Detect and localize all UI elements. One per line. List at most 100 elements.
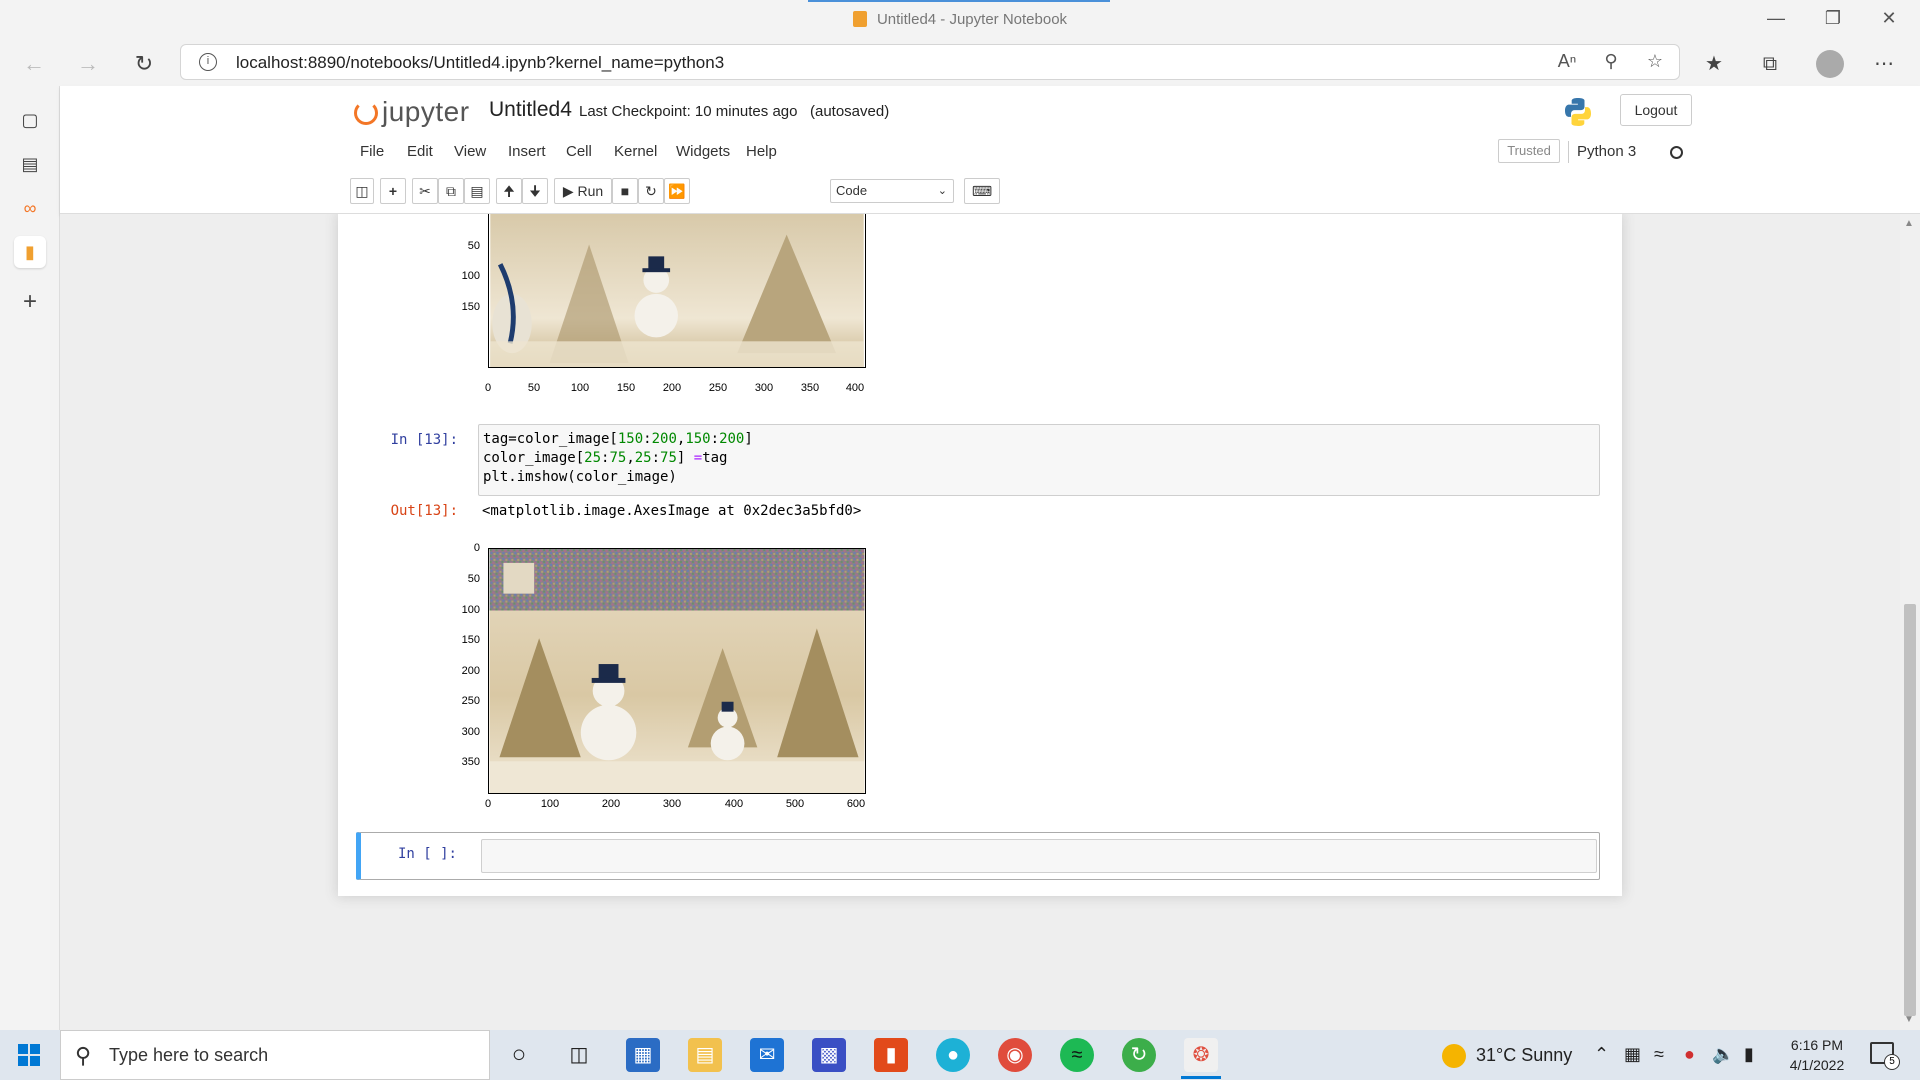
minimize-button[interactable]: —: [1753, 8, 1799, 32]
chrome-icon[interactable]: ◉: [998, 1038, 1032, 1072]
meet-now-icon[interactable]: ▦: [1624, 1044, 1641, 1065]
cell-type-value: Code: [836, 183, 868, 198]
menu-view[interactable]: View: [454, 143, 486, 160]
move-down-icon[interactable]: 🠋: [522, 178, 548, 204]
close-button[interactable]: ✕: [1866, 8, 1912, 32]
address-bar[interactable]: i localhost:8890/notebooks/Untitled4.ipy…: [180, 44, 1680, 80]
notification-center-icon[interactable]: 5: [1870, 1042, 1900, 1070]
page-scrollbar[interactable]: ▲ ▼: [1900, 214, 1920, 1030]
run-icon: ▶: [562, 183, 574, 199]
task-view-icon[interactable]: ◫: [562, 1038, 596, 1072]
jupyter-logo[interactable]: jupyter: [354, 96, 470, 128]
zoom-out-icon[interactable]: ⚲: [1599, 51, 1623, 72]
office-icon[interactable]: ▮: [874, 1038, 908, 1072]
plot2-xtick: 0: [484, 798, 492, 810]
edge-icon[interactable]: ●: [936, 1038, 970, 1072]
plot1-ytick: 100: [461, 270, 480, 282]
plot2-ytick: 50: [467, 573, 480, 585]
restart-run-all-icon[interactable]: ⏩: [664, 178, 690, 204]
tray-chevron-icon[interactable]: ⌃: [1594, 1044, 1609, 1065]
scroll-down-icon[interactable]: ▼: [1904, 1014, 1914, 1025]
add-favorite-icon[interactable]: ☆: [1643, 51, 1667, 72]
more-menu-icon[interactable]: ⋯: [1870, 50, 1898, 78]
plot1-xtick: 250: [708, 382, 728, 394]
cell13-out-prompt: Out[13]:: [390, 503, 458, 519]
network-alert-icon[interactable]: ●: [1684, 1044, 1695, 1065]
sync-app-icon[interactable]: ↻: [1122, 1038, 1156, 1072]
cortana-icon[interactable]: ○: [502, 1038, 536, 1072]
menu-widgets[interactable]: Widgets: [676, 143, 730, 160]
plot2-xtick: 500: [785, 798, 805, 810]
trusted-badge[interactable]: Trusted: [1498, 139, 1560, 163]
menu-cell[interactable]: Cell: [566, 143, 592, 160]
plot1-xtick: 400: [845, 382, 865, 394]
new-tab-plus-icon[interactable]: +: [14, 286, 46, 318]
battery-icon[interactable]: ▮: [1744, 1044, 1754, 1065]
collections-icon[interactable]: ⧉: [1756, 50, 1784, 78]
jupyter-logo-icon: [354, 101, 378, 125]
mail-icon[interactable]: ✉: [750, 1038, 784, 1072]
plot2-xtick: 400: [724, 798, 744, 810]
restore-button[interactable]: ❐: [1810, 8, 1856, 32]
move-up-icon[interactable]: 🠉: [496, 178, 522, 204]
logout-button[interactable]: Logout: [1620, 94, 1692, 126]
favorites-icon[interactable]: ★: [1700, 50, 1728, 78]
taskbar-search[interactable]: ⚲ Type here to search: [60, 1030, 490, 1080]
cut-icon[interactable]: ✂: [412, 178, 438, 204]
menu-kernel[interactable]: Kernel: [614, 143, 657, 160]
menu-help[interactable]: Help: [746, 143, 777, 160]
cell13-output-text: <matplotlib.image.AxesImage at 0x2dec3a5…: [482, 503, 862, 519]
scrollbar-thumb[interactable]: [1904, 604, 1916, 1016]
weather-sun-icon[interactable]: [1442, 1044, 1466, 1068]
menu-insert[interactable]: Insert: [508, 143, 546, 160]
notebook-name[interactable]: Untitled4: [489, 98, 572, 122]
site-info-icon[interactable]: i: [199, 53, 217, 71]
weather-text[interactable]: 31°C Sunny: [1476, 1045, 1572, 1066]
forward-arrow-icon[interactable]: →: [74, 50, 102, 78]
menu-file[interactable]: File: [360, 143, 384, 160]
plot1-ytick: 150: [461, 301, 480, 313]
scroll-up-icon[interactable]: ▲: [1904, 218, 1914, 229]
jupyter-tab-icon[interactable]: ∞: [14, 192, 46, 224]
refresh-icon[interactable]: ↻: [130, 50, 158, 78]
checkpoint-text: Last Checkpoint: 10 minutes ago: [579, 103, 798, 120]
wifi-icon[interactable]: ≈: [1654, 1044, 1664, 1065]
run-button[interactable]: ▶ Run: [554, 178, 612, 204]
menu-edit[interactable]: Edit: [407, 143, 433, 160]
address-url[interactable]: localhost:8890/notebooks/Untitled4.ipynb…: [236, 53, 724, 73]
restart-icon[interactable]: ↻: [638, 178, 664, 204]
jupyter-logo-text: jupyter: [382, 96, 470, 127]
empty-code-cell[interactable]: In [ ]:: [356, 832, 1600, 880]
spotify-icon[interactable]: ≈: [1060, 1038, 1094, 1072]
windows-start-icon[interactable]: [18, 1044, 40, 1066]
profile-avatar[interactable]: [1816, 50, 1844, 78]
plot2-ytick: 100: [461, 604, 480, 616]
plot1-ytick: 50: [467, 240, 480, 252]
copy-icon[interactable]: ⧉: [438, 178, 464, 204]
workspaces-icon[interactable]: ▤: [14, 148, 46, 180]
tab-actions-icon[interactable]: ▢: [14, 104, 46, 136]
paste-icon[interactable]: ▤: [464, 178, 490, 204]
volume-icon[interactable]: 🔈: [1712, 1044, 1734, 1065]
keyboard-shortcuts-icon[interactable]: ⌨: [964, 178, 1000, 204]
plot2-xtick: 100: [540, 798, 560, 810]
store-icon[interactable]: ▦: [626, 1038, 660, 1072]
read-aloud-icon[interactable]: Aⁿ: [1555, 51, 1579, 72]
plot2-ytick: 200: [461, 665, 480, 677]
back-arrow-icon[interactable]: ←: [20, 50, 48, 78]
file-explorer-icon[interactable]: ▤: [688, 1038, 722, 1072]
interrupt-icon[interactable]: ■: [612, 178, 638, 204]
clock-date: 4/1/2022: [1789, 1057, 1845, 1073]
cell13-code-editor[interactable]: tag=color_image[150:200,150:200] color_i…: [478, 424, 1600, 496]
cell-type-select[interactable]: Code ⌄: [830, 179, 954, 203]
active-notebook-tab-icon[interactable]: ▮: [14, 236, 46, 268]
menu-bar: File Edit View Insert Cell Kernel Widget…: [350, 136, 1692, 168]
plot1-xtick: 200: [662, 382, 682, 394]
plot2-xtick: 600: [846, 798, 866, 810]
app-icon[interactable]: ▩: [812, 1038, 846, 1072]
empty-cell-editor[interactable]: [481, 839, 1597, 873]
save-icon[interactable]: ◫: [350, 178, 374, 204]
taskbar-clock[interactable]: 6:16 PM 4/1/2022: [1782, 1035, 1852, 1075]
insert-cell-icon[interactable]: +: [380, 178, 406, 204]
active-app-icon[interactable]: ❂: [1184, 1038, 1218, 1072]
